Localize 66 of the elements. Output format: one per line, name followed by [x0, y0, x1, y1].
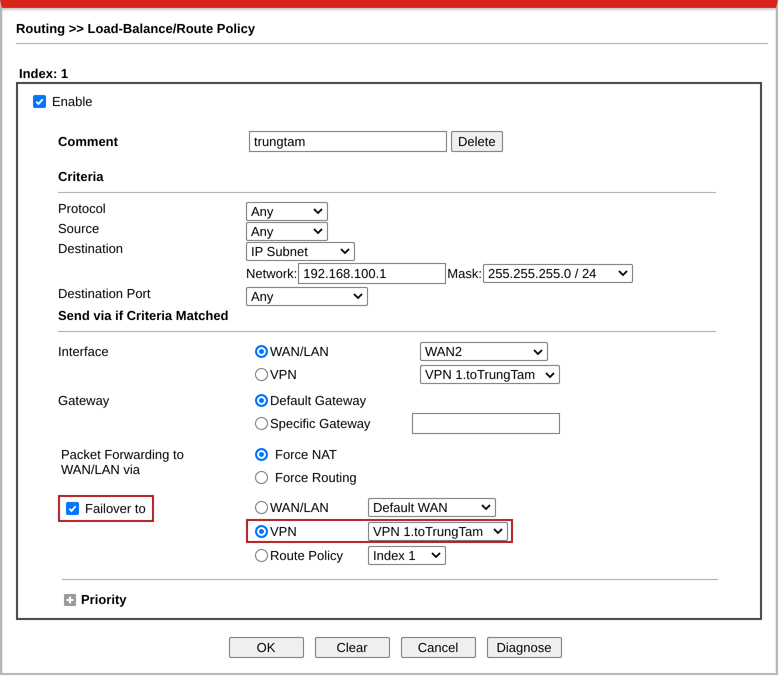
failover-select[interactable]: Default WAN	[368, 498, 496, 516]
criteria-heading: Criteria	[58, 169, 105, 184]
mask-select[interactable]: 255.255.255.0 / 24	[482, 264, 633, 282]
source-label: Source	[58, 221, 100, 236]
caret-icon	[313, 228, 323, 234]
destination-select[interactable]: IP Subnet	[246, 242, 355, 260]
radio-button[interactable]	[255, 448, 268, 461]
radio-button[interactable]	[255, 548, 268, 562]
caret-icon	[533, 348, 543, 354]
failover-checkbox[interactable]	[66, 502, 79, 515]
network-field[interactable]: 192.168.100.1	[298, 262, 446, 284]
destination-label: Destination	[58, 241, 124, 256]
radio-button[interactable]	[255, 394, 268, 407]
mask-label: Mask:	[447, 266, 482, 280]
radio-button[interactable]	[255, 471, 268, 484]
radio-button[interactable]	[255, 345, 268, 358]
expand-icon[interactable]	[64, 594, 76, 606]
option-label: WAN/LAN	[270, 500, 330, 514]
option-label: Force Routing	[275, 470, 357, 485]
index-label: Index: 1	[19, 66, 70, 82]
option-label: Specific Gateway	[270, 416, 372, 431]
caret-icon	[493, 528, 503, 534]
send-via-heading: Send via if Criteria Matched	[58, 308, 230, 323]
caret-icon	[353, 293, 363, 299]
caret-icon	[313, 208, 323, 214]
option-label: VPN	[270, 367, 298, 382]
comment-label: Comment	[58, 134, 119, 148]
page-title: Routing >> Load-Balance/Route Policy	[16, 8, 768, 44]
radio-button[interactable]	[255, 500, 268, 514]
form-button[interactable]: OK	[228, 637, 304, 658]
form-button[interactable]: Clear	[314, 637, 390, 658]
destination-port-label: Destination Port	[58, 286, 152, 301]
radio-button[interactable]	[255, 368, 268, 381]
caret-icon	[431, 552, 441, 558]
network-label: Network:	[246, 266, 298, 280]
option-label: Route Policy	[270, 548, 344, 562]
interface-label: Interface	[58, 343, 110, 361]
failover-select[interactable]: VPN 1.toTrungTam	[368, 522, 508, 540]
protocol-select[interactable]: Any	[246, 202, 328, 220]
comment-field[interactable]: trungtam	[249, 130, 447, 152]
source-select[interactable]: Any	[246, 222, 328, 240]
protocol-label: Protocol	[58, 201, 107, 216]
radio-button[interactable]	[255, 417, 268, 430]
gateway-field[interactable]	[412, 413, 560, 434]
radio-button[interactable]	[255, 524, 268, 538]
interface-select[interactable]: VPN 1.toTrungTam	[420, 365, 560, 384]
gateway-label: Gateway	[58, 392, 110, 410]
delete-button[interactable]: Delete	[451, 130, 503, 152]
option-label: Force NAT	[275, 447, 337, 462]
form-button[interactable]: Diagnose	[486, 637, 562, 658]
enable-checkbox[interactable]	[33, 95, 46, 108]
interface-select[interactable]: WAN2	[420, 342, 548, 361]
packet-forwarding-label: Packet Forwarding to WAN/LAN via	[60, 446, 185, 479]
caret-icon	[618, 270, 628, 276]
caret-icon	[545, 372, 555, 378]
form-button[interactable]: Cancel	[400, 637, 476, 658]
option-label: WAN/LAN	[270, 344, 330, 359]
option-label: Default Gateway	[270, 393, 368, 408]
caret-icon	[340, 248, 350, 254]
failover-select[interactable]: Index 1	[368, 546, 446, 564]
priority-label: Priority	[81, 592, 127, 607]
failover-label: Failover to	[85, 501, 146, 516]
enable-label: Enable	[52, 94, 92, 109]
option-label: VPN	[270, 524, 298, 538]
caret-icon	[481, 504, 491, 510]
destination-port-select[interactable]: Any	[246, 286, 368, 306]
